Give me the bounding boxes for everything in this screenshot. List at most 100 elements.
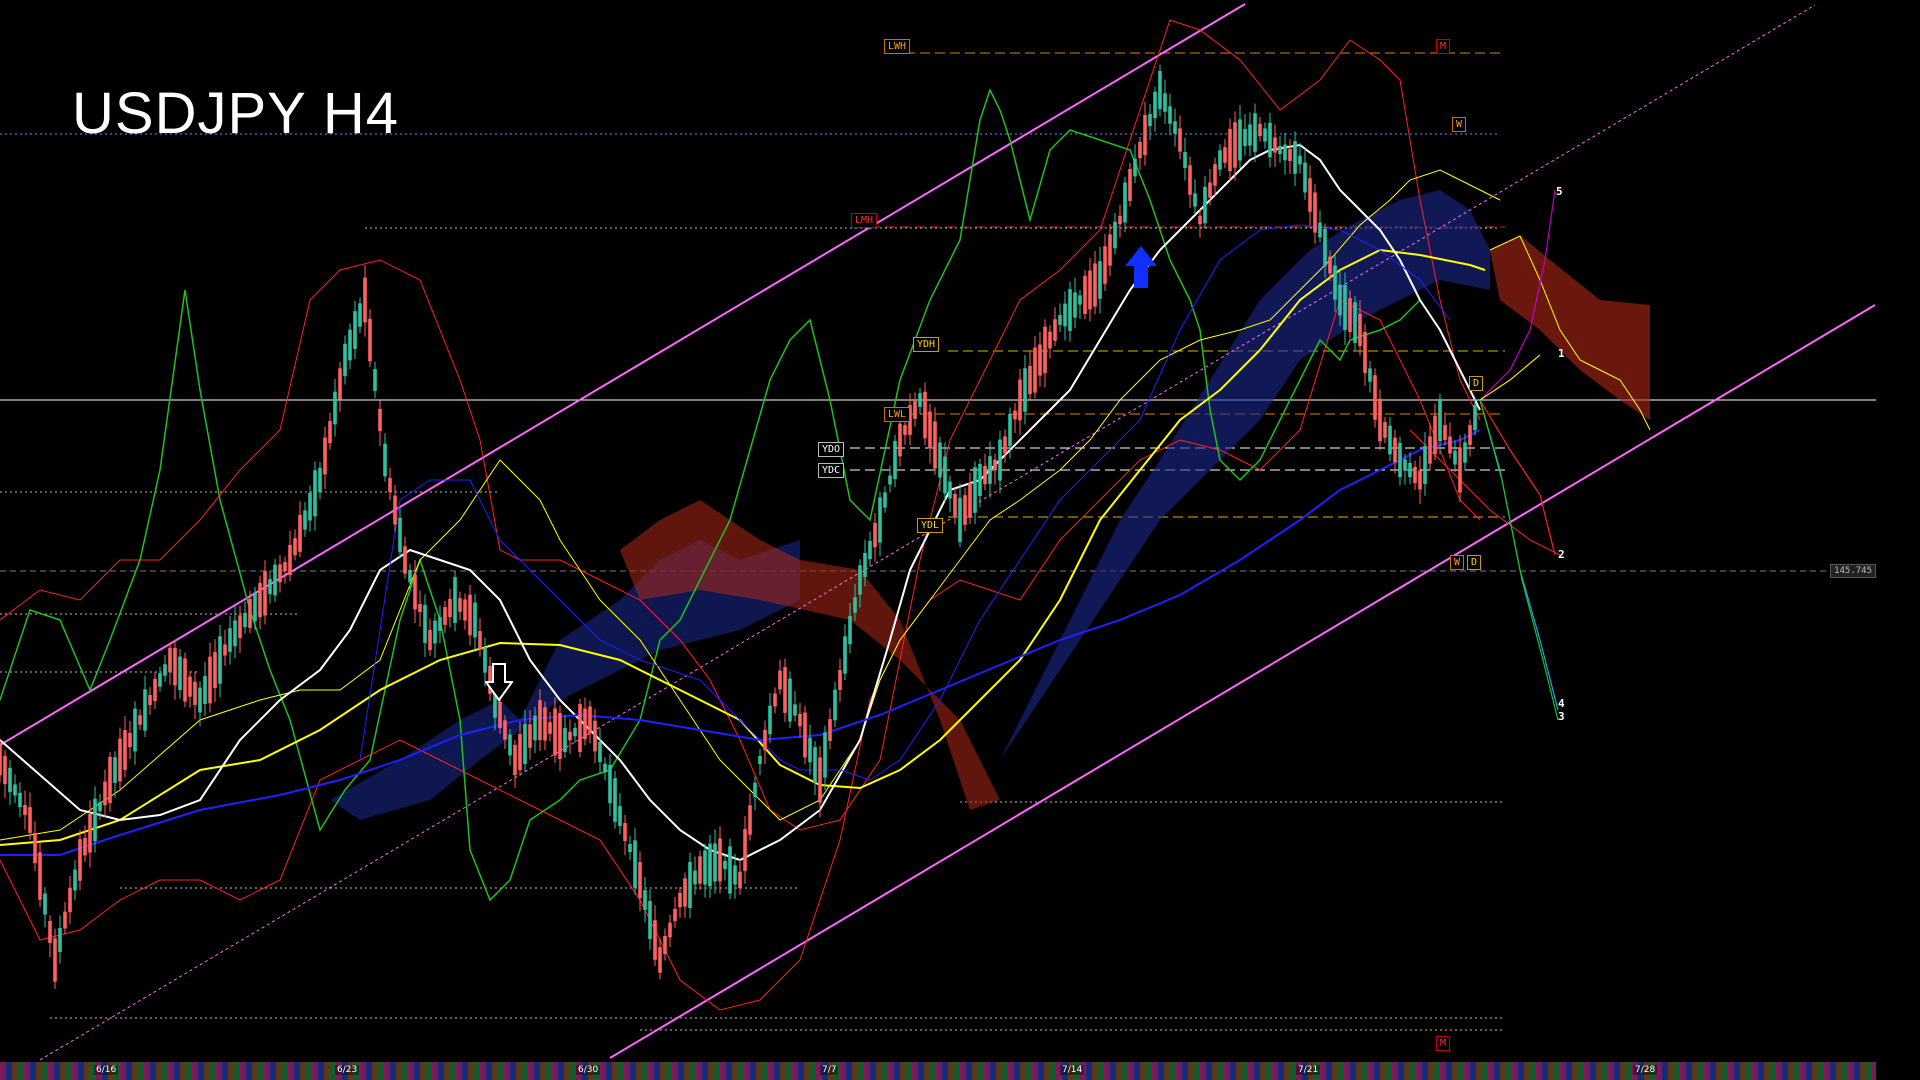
candle-body <box>413 574 417 610</box>
candle-body <box>663 935 667 955</box>
candle-body <box>383 443 387 477</box>
date-label: 7/14 <box>1060 1065 1085 1075</box>
level-label-lwh[interactable]: LWH <box>884 39 911 54</box>
level-label-weekly[interactable]: W <box>1452 117 1467 132</box>
candle-body <box>548 722 552 734</box>
candle-body <box>443 607 447 625</box>
candle-body <box>1083 275 1087 315</box>
candle-body <box>983 465 987 485</box>
candle-body <box>893 440 897 480</box>
candle-body <box>558 713 562 759</box>
candle-body <box>718 838 722 882</box>
candle-body <box>923 391 927 439</box>
candle-body <box>1163 93 1167 112</box>
level-label-monthly-bottom[interactable]: M <box>1436 1036 1451 1051</box>
candle-body <box>518 733 522 771</box>
candle-body <box>138 715 142 725</box>
candle-body <box>998 439 1002 481</box>
level-label-ydo[interactable]: YDO <box>818 442 845 457</box>
candle-body <box>23 804 27 816</box>
level-label-daily-top[interactable]: D <box>1469 376 1484 391</box>
candle-body <box>698 856 702 884</box>
level-label-daily-bottom[interactable]: D <box>1467 555 1482 570</box>
candle-body <box>1463 442 1467 463</box>
level-label-monthly[interactable]: M <box>1436 39 1451 54</box>
candle-body <box>248 598 252 628</box>
candle-body <box>1143 114 1147 156</box>
candle-body <box>1388 425 1392 455</box>
wave-label-3: 3 <box>1558 710 1565 723</box>
candle-body <box>313 470 317 517</box>
candle-body <box>13 784 17 796</box>
wave-label-1: 1 <box>1558 347 1565 360</box>
candle-body <box>308 492 312 521</box>
candle-body <box>1038 344 1042 376</box>
candle-body <box>73 869 77 891</box>
candle-body <box>993 459 997 471</box>
candle-body <box>1213 164 1217 186</box>
candle-body <box>233 620 237 647</box>
candle-body <box>228 628 232 652</box>
candle-body <box>1433 415 1437 455</box>
candle-body <box>1293 141 1297 174</box>
candle-body <box>918 393 922 407</box>
date-label: 7/7 <box>820 1065 839 1075</box>
candle-body <box>848 615 852 645</box>
candle-body <box>478 630 482 650</box>
wave-label-4: 4 <box>1558 697 1565 710</box>
candle-body <box>38 852 42 900</box>
candle-body <box>433 620 437 644</box>
candle-body <box>508 734 512 756</box>
candle-body <box>733 865 737 885</box>
candle-body <box>133 708 137 752</box>
candle-body <box>783 667 787 713</box>
candle-body <box>673 908 677 922</box>
price-chart-canvas[interactable] <box>0 0 1920 1080</box>
candle-body <box>878 497 882 543</box>
candle-body <box>438 617 442 631</box>
candle-body <box>1368 368 1372 382</box>
candle-body <box>1413 466 1417 484</box>
candle-body <box>573 727 577 737</box>
level-label-lmh[interactable]: LMH <box>851 213 878 228</box>
candle-body <box>928 411 932 449</box>
candle-body <box>853 597 857 613</box>
candle-body <box>903 425 907 435</box>
candle-body <box>273 564 277 596</box>
candle-body <box>588 706 592 734</box>
candle-body <box>593 720 597 752</box>
candle-body <box>1123 182 1127 223</box>
candle-body <box>1158 70 1162 110</box>
candle-body <box>83 837 87 856</box>
candle-body <box>1333 265 1337 300</box>
level-label-weekly-bottom[interactable]: W <box>1450 555 1465 570</box>
level-label-ydl[interactable]: YDL <box>917 518 944 533</box>
candle-body <box>418 603 422 613</box>
candle-body <box>668 922 672 938</box>
level-label-lwl[interactable]: LWL <box>884 407 911 422</box>
candle-body <box>713 843 717 882</box>
candle-body <box>1278 145 1282 155</box>
candle-body <box>583 708 587 740</box>
candle-body <box>1098 261 1102 299</box>
candle-body <box>453 577 457 623</box>
candle-body <box>1073 292 1077 318</box>
level-label-ydc[interactable]: YDC <box>818 463 845 478</box>
candle-body <box>423 604 427 644</box>
wave-label-2: 2 <box>1558 548 1565 561</box>
candle-body <box>1318 222 1322 238</box>
candle-body <box>1443 425 1447 440</box>
candle-body <box>1018 379 1022 421</box>
candle-body <box>198 687 202 713</box>
candle-body <box>728 846 732 894</box>
candle-body <box>788 678 792 722</box>
date-label: 6/23 <box>335 1065 360 1075</box>
candle-body <box>738 871 742 889</box>
candle-body <box>1348 298 1352 332</box>
candle-body <box>523 724 527 764</box>
level-label-ydh[interactable]: YDH <box>913 337 940 352</box>
candle-body <box>178 656 182 691</box>
date-label: 6/30 <box>576 1065 601 1075</box>
candle-body <box>768 705 772 735</box>
candle-body <box>458 598 462 612</box>
